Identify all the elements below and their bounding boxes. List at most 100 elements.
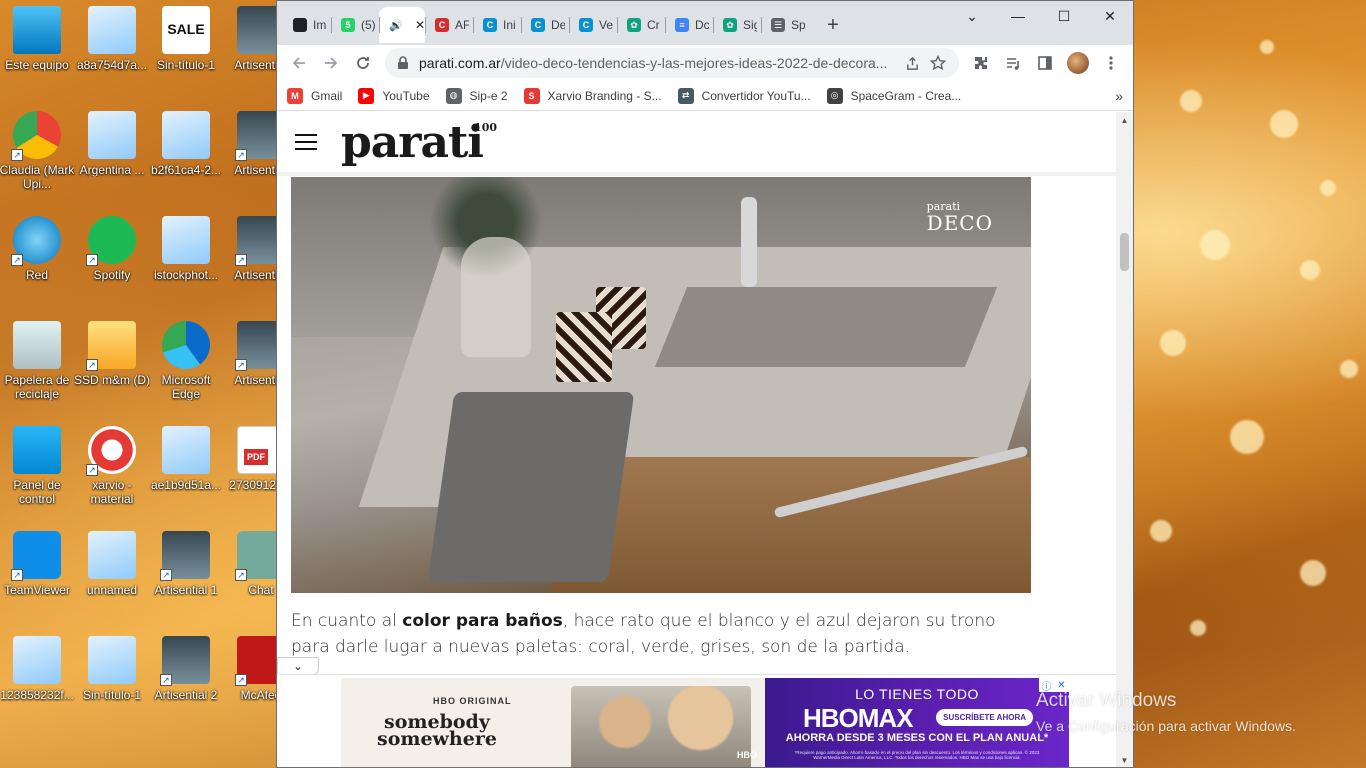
desktop-icon[interactable]: ↗ Artisential 1: [150, 525, 222, 625]
url-text[interactable]: parati.com.ar/video-deco-tendencias-y-la…: [419, 55, 899, 71]
hbo-max-ad[interactable]: HBO ORIGINAL somebody somewhere HBO LO TI…: [341, 678, 1069, 767]
ad-left-panel: HBO ORIGINAL somebody somewhere HBO: [341, 678, 765, 767]
arrow-left-icon: [292, 57, 305, 69]
tab-favicon-icon: C: [579, 18, 593, 32]
close-tab-icon[interactable]: ✕: [415, 18, 425, 32]
reload-button[interactable]: [347, 47, 379, 79]
desktop-icon[interactable]: ↗ Claudia (Mark Upi...: [0, 105, 74, 205]
desktop-icon[interactable]: ↗ Spotify: [76, 210, 148, 310]
bookmark-item[interactable]: ▶ YouTube: [358, 87, 430, 104]
forward-button[interactable]: [315, 47, 347, 79]
image-file-icon: [88, 636, 136, 684]
deco-watermark: parati DECO: [927, 199, 993, 233]
hamburger-menu-icon[interactable]: [295, 134, 317, 150]
browser-tab[interactable]: C Ini: [473, 7, 521, 43]
browser-tab[interactable]: 🔊 ✕: [379, 7, 425, 43]
browser-tab[interactable]: C Ve: [569, 7, 617, 43]
page-scrollbar[interactable]: ▲ ▼: [1116, 112, 1133, 767]
xarvio-icon: S: [523, 87, 540, 104]
extensions-icon[interactable]: [965, 47, 997, 79]
desktop-icon[interactable]: ae1b9d51a...: [150, 420, 222, 520]
converter-icon: ⇄: [677, 87, 694, 104]
bookmark-item[interactable]: ◎ SpaceGram - Crea...: [826, 87, 961, 104]
media-control-icon[interactable]: [997, 47, 1029, 79]
drive-icon: ↗: [86, 321, 136, 371]
browser-tab[interactable]: ✿ Cr: [617, 7, 665, 43]
deco-watermark-text: DECO: [926, 211, 993, 235]
article-bold-link[interactable]: color para baños: [402, 611, 563, 631]
collapse-ad-button[interactable]: ⌄: [277, 657, 319, 675]
scroll-down-arrow-icon[interactable]: ▼: [1116, 752, 1133, 767]
desktop-icon[interactable]: Argentina ...: [76, 105, 148, 205]
scrollbar-thumb[interactable]: [1120, 233, 1129, 271]
url-host: parati.com.ar: [419, 55, 501, 71]
bookmark-item[interactable]: M Gmail: [287, 87, 342, 104]
bookmark-item[interactable]: S Xarvio Branding - S...: [523, 87, 662, 104]
minimize-button[interactable]: —: [995, 1, 1041, 31]
bookmark-label: Xarvio Branding - S...: [547, 88, 662, 103]
desktop-icon[interactable]: istockphot...: [150, 210, 222, 310]
scroll-up-arrow-icon[interactable]: ▲: [1116, 112, 1133, 128]
desktop-icon-label: unnamed: [86, 583, 138, 597]
bookmark-star-icon[interactable]: [925, 47, 951, 79]
bookmark-item[interactable]: ◍ Sip-e 2: [445, 87, 508, 104]
activation-title: Activar Windows: [1036, 690, 1177, 711]
browser-tab[interactable]: ≡ Dc: [665, 7, 713, 43]
shortcut-arrow-icon: ↗: [11, 149, 23, 161]
desktop-icon[interactable]: Sin-título-1: [76, 630, 148, 730]
desktop-icon[interactable]: Microsoft Edge: [150, 315, 222, 415]
tab-search-icon[interactable]: ⌄: [949, 1, 995, 31]
desktop-icon[interactable]: ↗ Red: [1, 210, 73, 310]
share-icon[interactable]: [899, 47, 925, 79]
tab-title: Dc: [695, 18, 709, 32]
desktop-icon[interactable]: b2f61ca4-2...: [150, 105, 222, 205]
bookmark-item[interactable]: ⇄ Convertidor YouTu...: [677, 87, 811, 104]
shortcut-arrow-icon: ↗: [160, 569, 172, 581]
desktop-icon[interactable]: Este equipo: [1, 0, 73, 100]
image-file-icon: [162, 426, 210, 474]
ad-banner-bar: HBO ORIGINAL somebody somewhere HBO LO TI…: [277, 674, 1117, 767]
desktop-icon[interactable]: ↗ TeamViewer: [1, 525, 73, 625]
browser-tab[interactable]: 5 (5): [331, 7, 379, 43]
desktop-icon[interactable]: unnamed: [76, 525, 148, 625]
desktop-icon[interactable]: ↗ SSD m&m (D): [74, 315, 150, 415]
subscribe-button[interactable]: SUSCRÍBETE AHORA: [936, 709, 1033, 726]
browser-tab[interactable]: C De: [521, 7, 569, 43]
tab-title: AF: [455, 18, 469, 32]
desktop-icon-label: 123858232f...: [0, 688, 74, 702]
youtube-icon: ▶: [358, 87, 375, 104]
back-button[interactable]: [283, 47, 315, 79]
desktop-icon[interactable]: ↗ xarvio - material: [76, 420, 148, 520]
tab-favicon-icon: C: [531, 18, 545, 32]
desktop-icon-label: Sin-título-1: [82, 688, 142, 702]
browser-tab[interactable]: ☰ Sp: [761, 7, 809, 43]
shortcut-arrow-icon: ↗: [86, 254, 98, 266]
desktop-icon[interactable]: 123858232f...: [0, 630, 74, 730]
tab-title: Sig: [743, 18, 757, 32]
side-panel-icon[interactable]: [1029, 47, 1061, 79]
shortcut-arrow-icon: ↗: [11, 254, 23, 266]
browser-tab[interactable]: ✿ Sig: [713, 7, 761, 43]
tab-title: Ve: [599, 18, 613, 32]
close-window-button[interactable]: ✕: [1087, 1, 1133, 31]
maximize-button[interactable]: ☐: [1041, 1, 1087, 31]
site-logo[interactable]: parati 100: [341, 117, 497, 168]
shortcut-arrow-icon: ↗: [86, 464, 98, 476]
sale-text: SALE: [167, 21, 205, 37]
desktop-icon[interactable]: SALE Sin-título-1: [150, 0, 222, 100]
menu-kebab-icon[interactable]: [1095, 47, 1127, 79]
browser-tab[interactable]: Im: [283, 7, 331, 43]
address-bar[interactable]: parati.com.ar/video-deco-tendencias-y-la…: [385, 48, 959, 78]
desktop-icon[interactable]: Panel de control: [1, 420, 73, 520]
video-file-icon: ↗: [160, 531, 210, 581]
lock-icon: [398, 56, 408, 69]
desktop-icon-label: Spotify: [93, 268, 131, 282]
browser-tab[interactable]: C AF: [425, 7, 473, 43]
desktop-icon[interactable]: Papelera de reciclaje: [1, 315, 73, 415]
profile-avatar[interactable]: [1067, 52, 1089, 74]
new-tab-button[interactable]: +: [819, 11, 847, 39]
desktop-icon[interactable]: ↗ Artisential 2: [150, 630, 222, 730]
desktop-icon[interactable]: a8a754d7a...: [76, 0, 148, 100]
desktop-icon-label: b2f61ca4-2...: [150, 163, 222, 177]
bookmarks-overflow-icon[interactable]: »: [1115, 88, 1123, 104]
